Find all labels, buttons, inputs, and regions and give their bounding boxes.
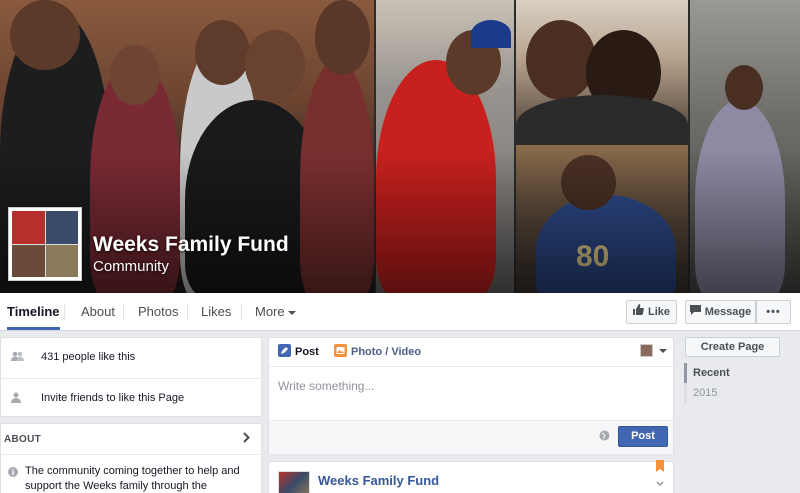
timeline-year-bar <box>684 363 687 403</box>
thumbs-up-icon <box>632 301 644 323</box>
chevron-down-icon <box>287 310 296 315</box>
tab-about[interactable]: About <box>81 293 115 331</box>
globe-icon[interactable] <box>599 430 610 444</box>
create-page-button[interactable]: Create Page <box>685 337 780 357</box>
message-button-label: Message <box>704 306 752 318</box>
tab-more[interactable]: More <box>255 293 296 331</box>
likes-card: 431 people like this Invite friends to l… <box>0 337 262 417</box>
like-button[interactable]: Like <box>626 300 677 324</box>
tab-timeline[interactable]: Timeline <box>7 293 60 330</box>
avatar <box>640 344 653 357</box>
post-button[interactable]: Post <box>618 426 668 447</box>
bookmark-icon[interactable] <box>656 460 664 475</box>
people-icon <box>11 351 24 364</box>
cover-photo-couple <box>516 0 688 143</box>
page-nav-bar: Timeline About Photos Likes More Like Me… <box>0 293 800 331</box>
tab-photos[interactable]: Photos <box>138 293 178 331</box>
tab-more-label: More <box>255 304 285 319</box>
chevron-down-icon <box>659 349 667 353</box>
audience-selector[interactable] <box>640 344 667 358</box>
add-person-icon <box>11 392 23 406</box>
tab-likes[interactable]: Likes <box>201 293 231 331</box>
info-icon <box>8 466 18 480</box>
page-category[interactable]: Community <box>93 258 169 275</box>
like-button-label: Like <box>647 306 670 318</box>
pencil-icon <box>278 344 291 360</box>
photo-icon <box>334 344 347 360</box>
composer-tab-post[interactable]: Post <box>295 346 319 358</box>
post-author-name[interactable]: Weeks Family Fund <box>318 473 439 488</box>
chevron-down-icon[interactable] <box>656 476 664 490</box>
likes-count-text: 431 people like this <box>41 351 136 363</box>
about-heading: ABOUT <box>4 434 42 445</box>
about-description: The community coming together to help an… <box>25 465 240 492</box>
chevron-right-icon[interactable] <box>243 432 250 446</box>
message-icon <box>689 301 701 323</box>
composer-input[interactable]: Write something... <box>278 379 374 393</box>
message-button[interactable]: Message <box>685 300 756 324</box>
composer-tab-photo-video[interactable]: Photo / Video <box>351 346 421 358</box>
post-author-avatar[interactable] <box>278 471 310 493</box>
more-options-button[interactable]: ••• <box>756 300 791 324</box>
year-nav-2015[interactable]: 2015 <box>693 387 717 399</box>
page-title[interactable]: Weeks Family Fund <box>93 233 289 257</box>
invite-friends-text: Invite friends to like this Page <box>41 392 185 404</box>
cover-photo[interactable]: 80 Weeks Family Fund Community <box>0 0 800 293</box>
composer-card <box>268 337 674 454</box>
profile-picture[interactable] <box>8 207 82 281</box>
year-nav-recent[interactable]: Recent <box>693 367 730 379</box>
